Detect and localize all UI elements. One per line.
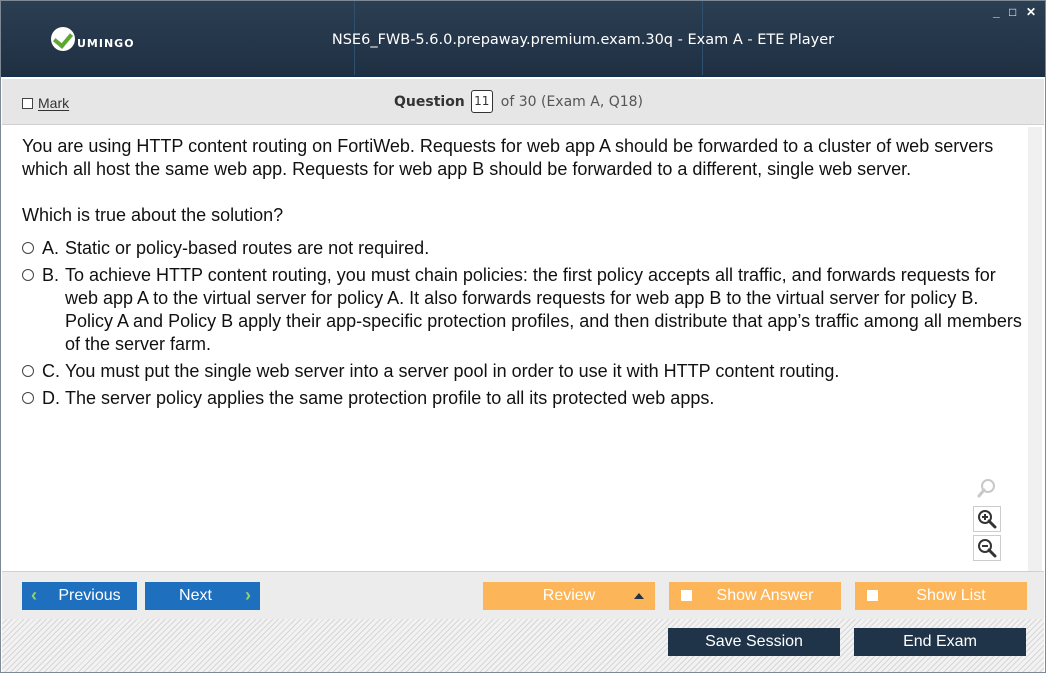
- checkbox-icon[interactable]: [22, 97, 33, 109]
- navigation-bar: ‹ Previous Next › Review Show Answer Sho…: [2, 571, 1044, 619]
- option-letter: A.: [42, 238, 60, 258]
- question-total: of 30 (Exam A, Q18): [500, 93, 644, 110]
- app-window: UMINGO NSE6_FWB-5.6.0.prepaway.premium.e…: [0, 0, 1046, 673]
- question-label: Question: [394, 93, 465, 110]
- show-answer-button[interactable]: Show Answer: [669, 582, 841, 610]
- minimize-button[interactable]: _: [993, 6, 1000, 18]
- option-text: Static or policy-based routes are not re…: [65, 238, 430, 258]
- maximize-button[interactable]: □: [1009, 6, 1016, 18]
- show-list-button[interactable]: Show List: [855, 582, 1027, 610]
- chevron-right-icon: ›: [245, 585, 251, 605]
- triangle-up-icon: [634, 593, 644, 599]
- radio-button-d[interactable]: [22, 392, 34, 404]
- option-a[interactable]: A. Static or policy-based routes are not…: [22, 237, 1022, 260]
- radio-button-c[interactable]: [22, 365, 34, 377]
- option-letter: B.: [42, 265, 60, 285]
- vertical-scrollbar[interactable]: [1028, 127, 1042, 571]
- zoom-reset-icon[interactable]: [973, 475, 1001, 501]
- next-label: Next: [179, 587, 212, 604]
- option-b[interactable]: B. To achieve HTTP content routing, you …: [22, 264, 1022, 356]
- option-text: To achieve HTTP content routing, you mus…: [65, 265, 1022, 354]
- save-session-button[interactable]: Save Session: [668, 628, 840, 656]
- question-text: You are using HTTP content routing on Fo…: [22, 136, 994, 179]
- option-letter: C.: [42, 361, 60, 381]
- next-button[interactable]: Next ›: [145, 582, 260, 610]
- option-d[interactable]: D. The server policy applies the same pr…: [22, 387, 1022, 410]
- question-prompt: Which is true about the solution?: [22, 205, 284, 225]
- show-list-label: Show List: [916, 587, 986, 604]
- option-letter: D.: [42, 388, 60, 408]
- review-label: Review: [542, 587, 596, 604]
- window-title: NSE6_FWB-5.6.0.prepaway.premium.exam.30q…: [331, 32, 835, 48]
- checkbox-icon[interactable]: [681, 590, 692, 601]
- previous-button[interactable]: ‹ Previous: [22, 582, 137, 610]
- previous-label: Previous: [58, 587, 121, 604]
- option-c[interactable]: C. You must put the single web server in…: [22, 360, 1022, 383]
- mark-label: Mark: [38, 95, 70, 111]
- zoom-in-icon[interactable]: [973, 506, 1001, 532]
- footer-bar: Save Session End Exam: [2, 619, 1044, 672]
- review-button[interactable]: Review: [483, 582, 655, 610]
- chevron-left-icon: ‹: [31, 585, 37, 605]
- title-bar: UMINGO NSE6_FWB-5.6.0.prepaway.premium.e…: [1, 1, 1045, 77]
- question-content: You are using HTTP content routing on Fo…: [22, 135, 1022, 414]
- end-exam-button[interactable]: End Exam: [854, 628, 1026, 656]
- question-number-box[interactable]: 11: [470, 90, 493, 113]
- close-button[interactable]: ✕: [1026, 6, 1036, 18]
- mark-checkbox[interactable]: Mark: [22, 95, 69, 111]
- radio-button-b[interactable]: [22, 269, 34, 281]
- show-answer-label: Show Answer: [716, 587, 814, 604]
- zoom-out-icon[interactable]: [973, 535, 1001, 561]
- radio-button-a[interactable]: [22, 242, 34, 254]
- option-text: You must put the single web server into …: [65, 361, 840, 381]
- question-counter: Question 11 of 30 (Exam A, Q18): [394, 90, 643, 113]
- checkbox-icon[interactable]: [867, 590, 878, 601]
- option-text: The server policy applies the same prote…: [65, 388, 715, 408]
- question-header: Mark Question 11 of 30 (Exam A, Q18): [2, 79, 1044, 125]
